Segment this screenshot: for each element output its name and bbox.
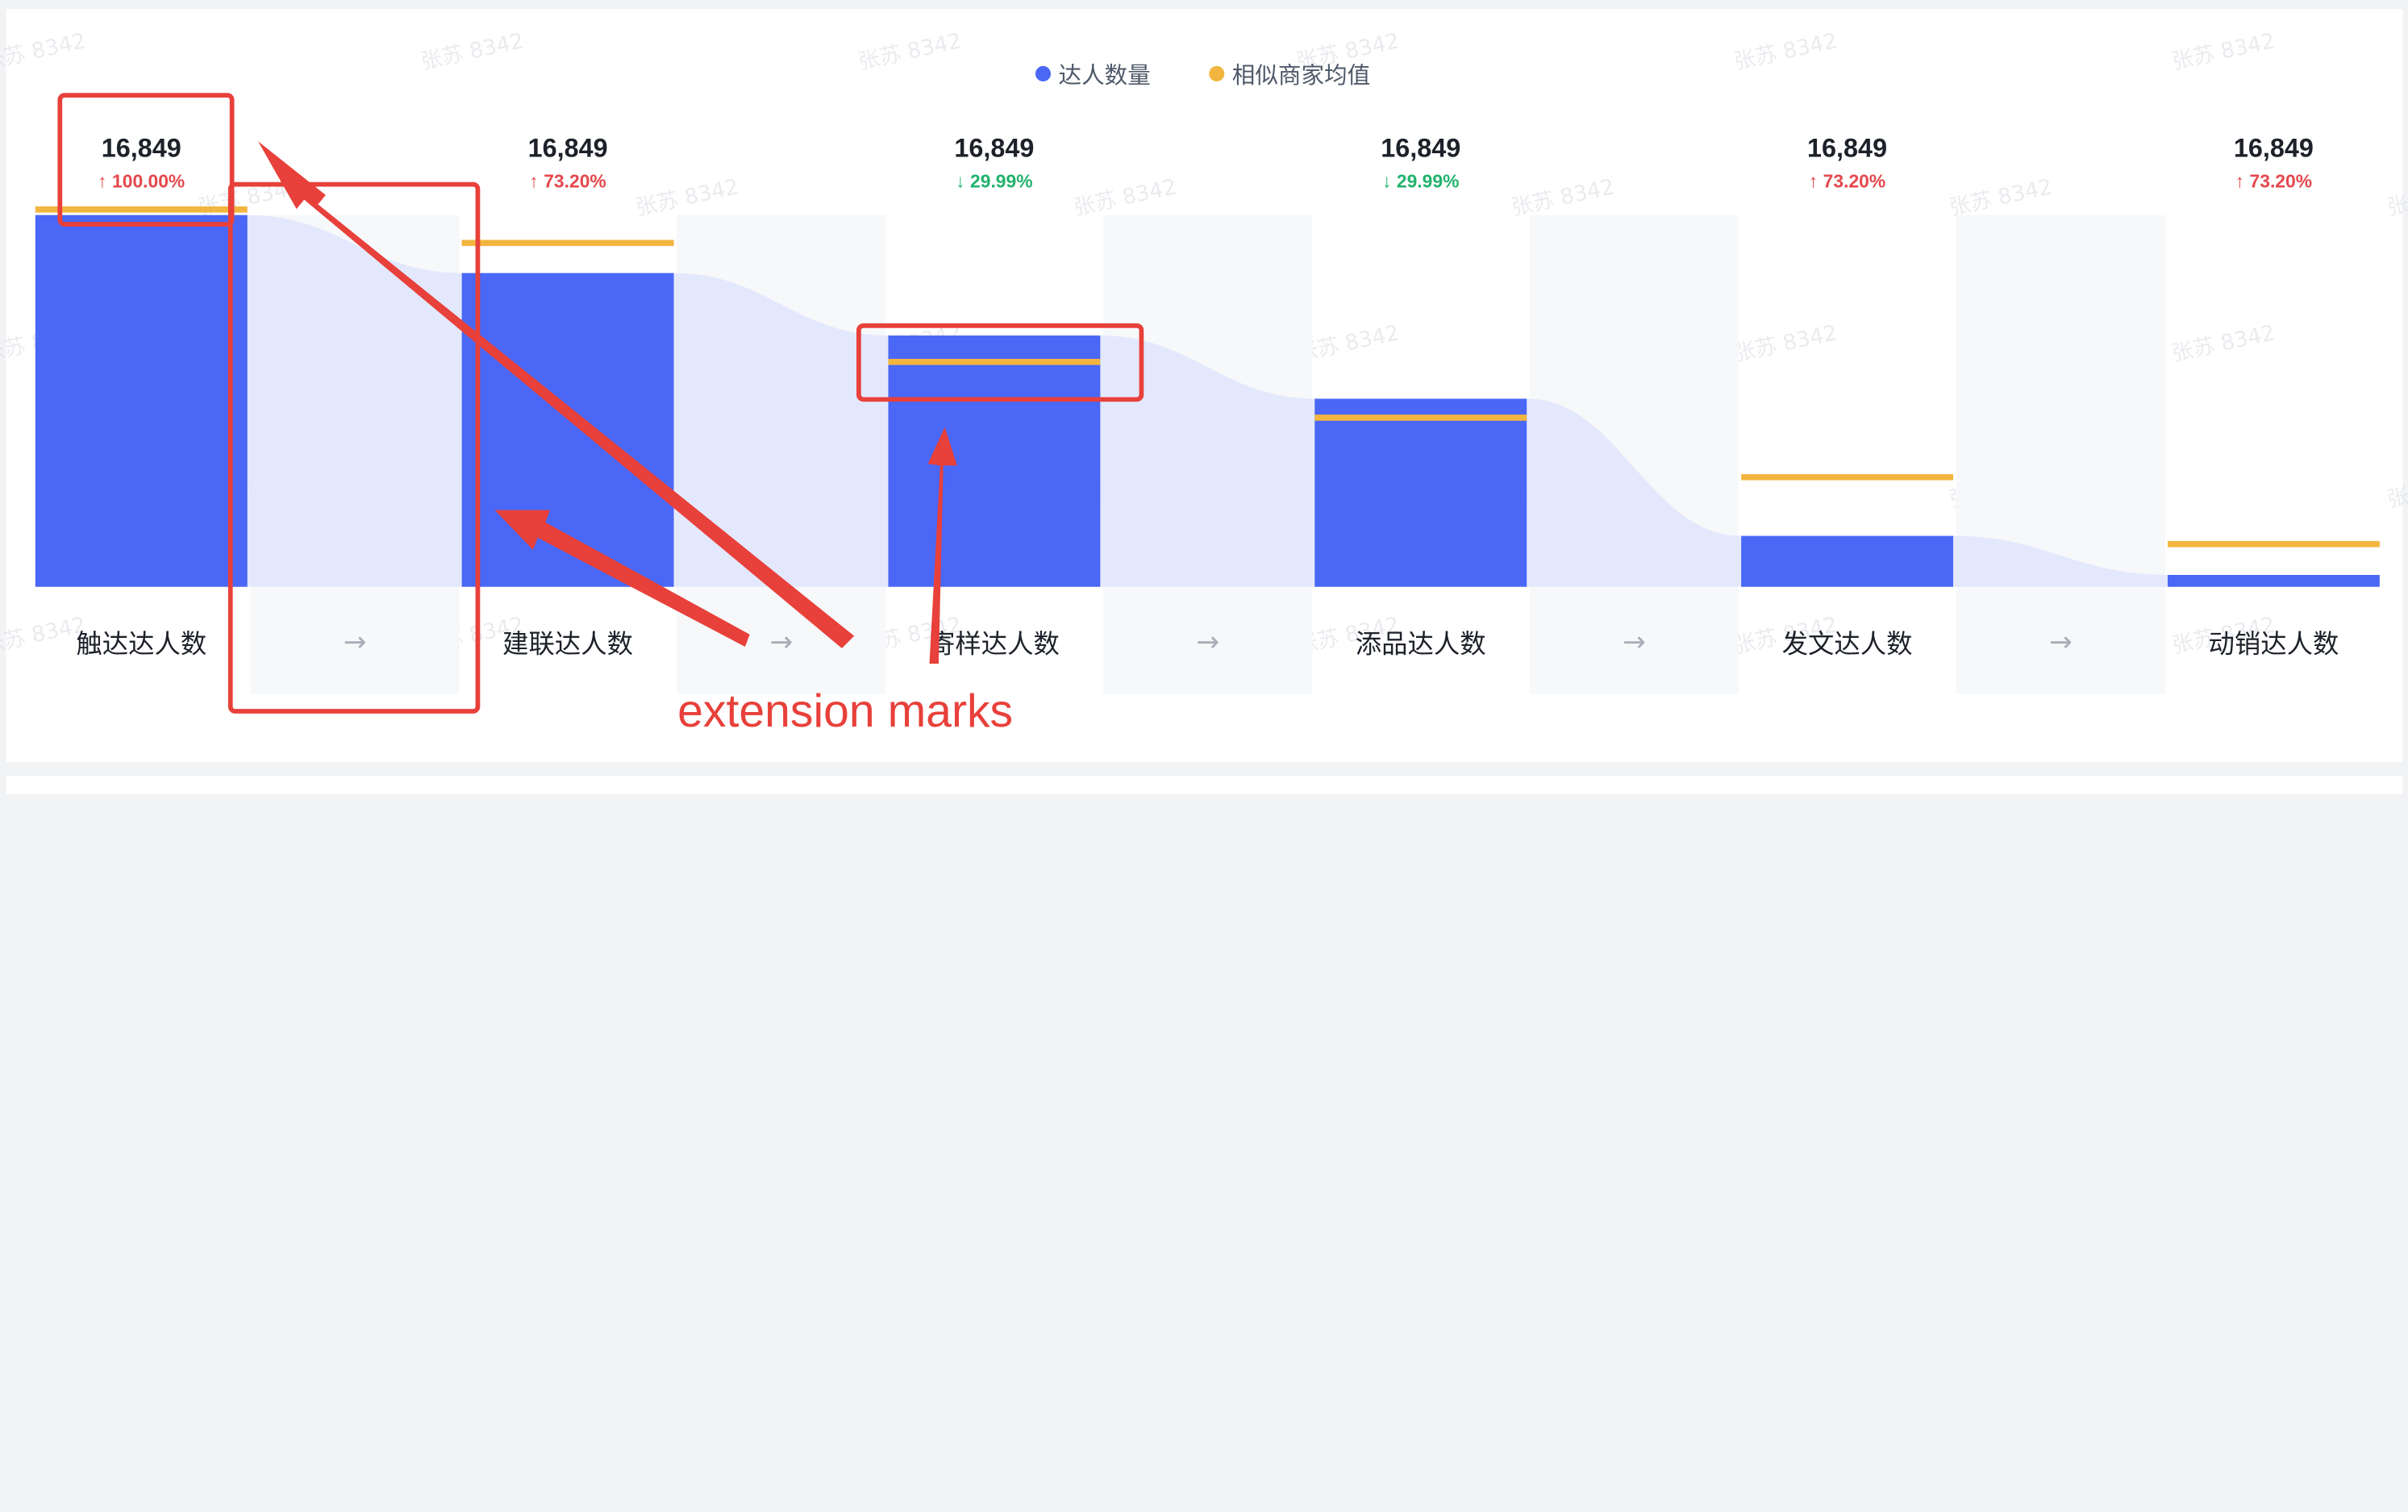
mean-line (1741, 473, 1954, 481)
count-bar[interactable] (1741, 535, 1954, 587)
value-label: 16,849 (1807, 133, 1887, 162)
rate-label: ↑ 73.20% (1809, 170, 1885, 191)
funnel-panel: 张苏 8342 张苏 8342 张苏 8342 张苏 8342 张苏 8342 张苏 83… (0, 0, 2408, 1512)
category-label: 寄样达人数 (929, 629, 1060, 660)
value-label: 16,849 (954, 133, 1034, 162)
mean-line (1314, 414, 1527, 421)
connector-column (1956, 215, 2165, 695)
category-label: 触达达人数 (76, 629, 206, 660)
connector-arrow-icon: → (1196, 627, 1219, 659)
count-bar[interactable] (35, 215, 248, 587)
rate-label: ↑ 73.20% (529, 170, 606, 191)
legend-dot-count (1035, 65, 1052, 81)
count-bar[interactable] (1314, 398, 1527, 587)
next-card-edge (6, 776, 2403, 794)
value-label: 16,849 (1381, 133, 1460, 162)
connector-arrow-icon: → (1623, 627, 1646, 659)
rate-label: ↑ 73.20% (2235, 170, 2312, 191)
count-bar[interactable] (888, 335, 1101, 587)
count-bar[interactable] (2167, 574, 2380, 587)
legend-label-mean: 相似商家均值 (1232, 61, 1370, 89)
mean-line (2167, 540, 2380, 548)
stage-column[interactable]: 16,849 ↑ 100.00% 触达达人数 (35, 133, 248, 660)
legend-dot-mean (1209, 65, 1225, 81)
category-label: 动销达人数 (2208, 629, 2339, 660)
mean-line (888, 358, 1101, 365)
value-label: 16,849 (102, 133, 181, 162)
annotation-label: extension marks (677, 685, 1013, 737)
category-label: 添品达人数 (1356, 629, 1486, 660)
connector-arrow-icon: → (344, 627, 367, 659)
category-label: 建联达人数 (502, 629, 633, 660)
mean-line (461, 240, 674, 247)
rate-label: ↑ 100.00% (98, 170, 185, 191)
connector-arrow-icon: → (770, 627, 794, 659)
rate-label: ↓ 29.99% (956, 170, 1032, 191)
value-label: 16,849 (2234, 133, 2314, 162)
rate-label: ↓ 29.99% (1382, 170, 1459, 191)
connector-arrow-icon: → (2049, 627, 2073, 659)
mean-line (35, 206, 248, 213)
legend-label-count: 达人数量 (1059, 61, 1151, 89)
category-label: 发文达人数 (1782, 629, 1913, 660)
value-label: 16,849 (528, 133, 608, 162)
legend-item-mean[interactable]: 相似商家均值 (1209, 61, 1370, 89)
funnel-chart: 张苏 8342 张苏 8342 张苏 8342 张苏 8342 张苏 8342 张苏 83… (0, 0, 2408, 794)
